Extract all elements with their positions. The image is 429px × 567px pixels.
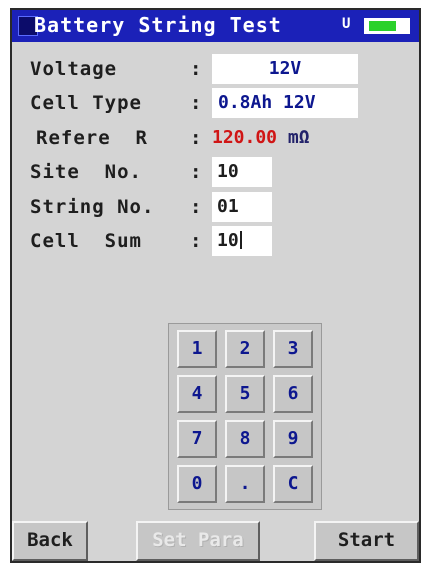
- key-5[interactable]: 5: [225, 375, 265, 413]
- key-8[interactable]: 8: [225, 420, 265, 458]
- key-3[interactable]: 3: [273, 330, 313, 368]
- reference-r-label: Refere R: [36, 127, 148, 149]
- reference-r-value: 120.00: [212, 127, 278, 148]
- numeric-keypad: 1 2 3 4 5 6 7 8 9 0 . C: [168, 323, 322, 510]
- cell-type-row: Cell Type : 0.8Ah 12V: [12, 88, 419, 120]
- key-0[interactable]: 0: [177, 465, 217, 503]
- cell-sum-label: Cell Sum: [30, 230, 142, 252]
- string-no-row: String No. : 01: [12, 192, 419, 224]
- separator: :: [190, 230, 202, 252]
- text-cursor: [239, 231, 242, 249]
- key-7[interactable]: 7: [177, 420, 217, 458]
- separator: :: [190, 196, 202, 218]
- back-button[interactable]: Back: [12, 521, 88, 561]
- site-no-label: Site No.: [30, 161, 142, 183]
- key-1[interactable]: 1: [177, 330, 217, 368]
- cell-sum-field[interactable]: 10: [212, 226, 272, 256]
- key-9[interactable]: 9: [273, 420, 313, 458]
- separator: :: [190, 161, 202, 183]
- string-no-label: String No.: [30, 196, 155, 218]
- key-2[interactable]: 2: [225, 330, 265, 368]
- battery-icon: [364, 18, 410, 34]
- cell-type-label: Cell Type: [30, 92, 142, 114]
- voltage-field[interactable]: 12V: [212, 54, 358, 84]
- cell-sum-value: 10: [217, 230, 239, 251]
- reference-r-value-group: 120.00 mΩ: [212, 127, 310, 148]
- cell-type-value: 0.8Ah 12V: [218, 92, 316, 113]
- voltage-row: Voltage : 12V: [12, 54, 419, 86]
- site-no-field[interactable]: 10: [212, 157, 272, 187]
- voltage-label: Voltage: [30, 58, 118, 80]
- key-decimal[interactable]: .: [225, 465, 265, 503]
- start-button[interactable]: Start: [314, 521, 419, 561]
- site-no-row: Site No. : 10: [12, 157, 419, 189]
- cell-type-field[interactable]: 0.8Ah 12V: [212, 88, 358, 118]
- separator: :: [190, 127, 202, 149]
- string-no-value: 01: [217, 196, 239, 217]
- string-no-field[interactable]: 01: [212, 192, 272, 222]
- device-screen: Battery String Test U Voltage : 12V Cell…: [10, 8, 421, 563]
- cell-sum-row: Cell Sum : 10: [12, 226, 419, 258]
- voltage-value: 12V: [268, 58, 302, 79]
- u-indicator: U: [342, 16, 351, 32]
- reference-r-row: Refere R : 120.00 mΩ: [12, 123, 419, 155]
- title-bar: Battery String Test U: [12, 10, 419, 42]
- set-para-button[interactable]: Set Para: [136, 521, 260, 561]
- key-4[interactable]: 4: [177, 375, 217, 413]
- key-6[interactable]: 6: [273, 375, 313, 413]
- battery-level-fill: [369, 21, 396, 31]
- site-no-value: 10: [217, 161, 239, 182]
- separator: :: [190, 58, 202, 80]
- separator: :: [190, 92, 202, 114]
- reference-r-unit: mΩ: [287, 127, 310, 148]
- page-title: Battery String Test: [34, 13, 282, 37]
- key-clear[interactable]: C: [273, 465, 313, 503]
